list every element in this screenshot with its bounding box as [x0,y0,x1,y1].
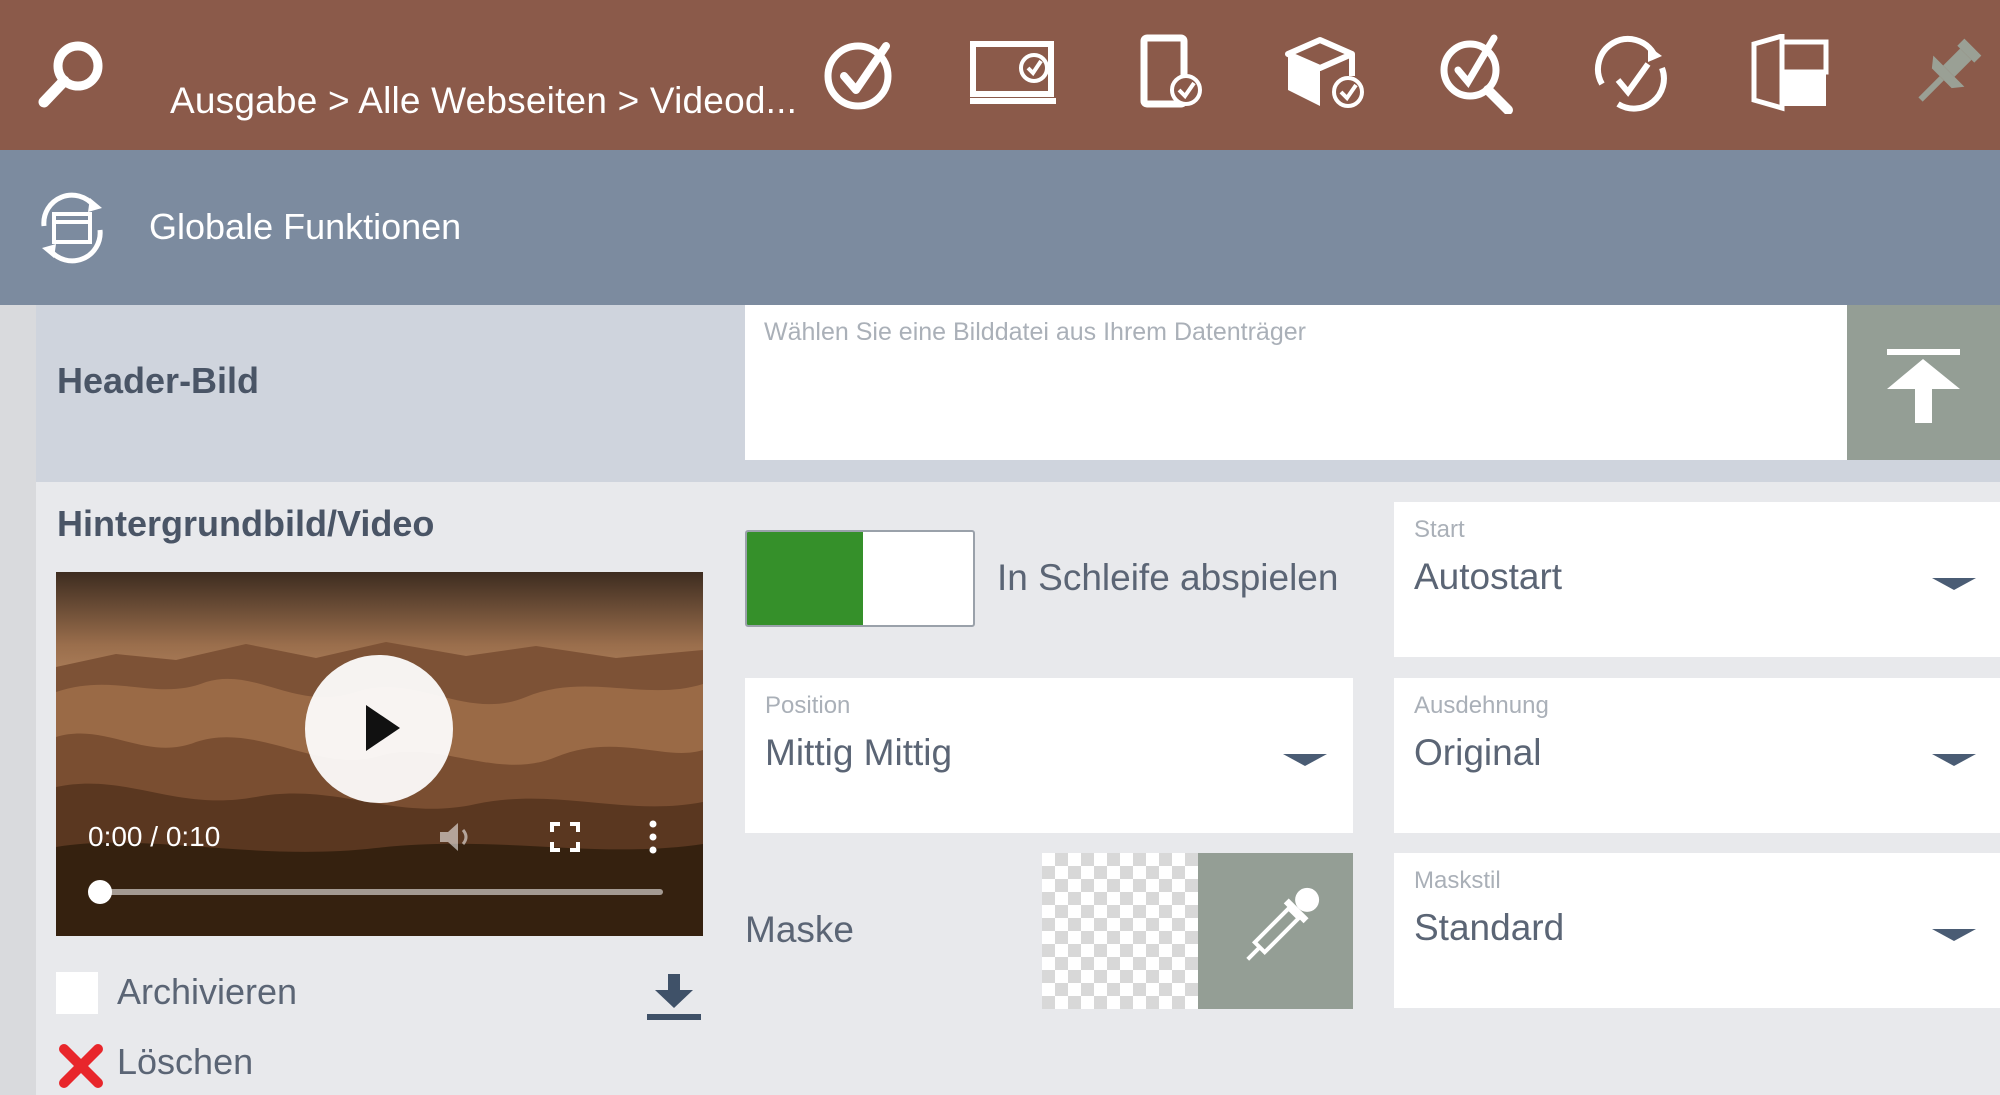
maskstil-select[interactable]: Maskstil Standard [1394,853,2000,1008]
file-input-placeholder: Wählen Sie eine Bilddatei aus Ihrem Date… [764,318,1306,346]
box-check-icon[interactable] [1278,34,1370,114]
chevron-down-icon [1932,929,1976,941]
check-circle-icon[interactable] [814,34,906,114]
toggle-on-indicator [747,532,863,625]
mask-label: Maske [745,909,854,950]
play-icon [366,705,400,751]
background-section-label: Hintergrundbild/Video [57,503,435,544]
start-select[interactable]: Start Autostart [1394,502,2000,657]
video-progress-knob[interactable] [88,880,112,904]
mask-color-preview[interactable] [1042,853,1198,1009]
maskstil-select-value: Standard [1414,907,1565,948]
delete-label[interactable]: Löschen [117,1041,253,1083]
start-select-label: Start [1414,516,1465,543]
eyedropper-icon [1246,887,1320,961]
ausdehnung-select-value: Original [1414,732,1542,773]
position-select-label: Position [765,692,851,719]
upload-button[interactable] [1847,305,2000,460]
chevron-down-icon [1932,578,1976,590]
volume-icon[interactable] [438,820,474,854]
header-image-label: Header-Bild [57,360,260,401]
maskstil-select-label: Maskstil [1414,867,1501,894]
video-time: 0:00 / 0:10 [88,821,221,852]
monitor-check-icon[interactable] [968,34,1060,114]
loop-toggle[interactable] [745,530,975,627]
ausdehnung-select-label: Ausdehnung [1414,692,1549,719]
delete-icon[interactable] [58,1043,104,1089]
global-functions-title[interactable]: Globale Funktionen [149,206,461,248]
archive-checkbox[interactable] [56,972,98,1014]
color-picker-button[interactable] [1198,853,1353,1009]
video-progress-track[interactable] [100,889,663,895]
loop-toggle-label: In Schleife abspielen [997,557,1339,598]
left-gutter [0,305,36,1095]
pin-icon[interactable] [1900,34,1992,114]
download-icon[interactable] [647,974,701,1022]
chevron-down-icon [1283,754,1327,766]
breadcrumb[interactable]: Ausgabe > Alle Webseiten > Videod... [170,80,797,122]
play-button[interactable] [305,655,453,803]
top-toolbar: Ausgabe > Alle Webseiten > Videod... [0,0,2000,150]
archive-label[interactable]: Archivieren [117,971,297,1013]
fullscreen-icon[interactable] [550,822,580,852]
refresh-window-icon [41,192,103,264]
upload-icon [1887,349,1960,423]
position-select-value: Mittig Mittig [765,732,953,773]
ausdehnung-select[interactable]: Ausdehnung Original [1394,678,2000,833]
magnify-check-icon[interactable] [1432,34,1524,114]
start-select-value: Autostart [1414,556,1563,597]
search-icon[interactable] [34,36,110,112]
chevron-down-icon [1932,754,1976,766]
video-player[interactable]: 0:00 / 0:10 [56,572,703,936]
position-select[interactable]: Position Mittig Mittig [745,678,1353,833]
tablet-check-icon[interactable] [1124,34,1216,114]
more-options-icon[interactable] [648,820,658,854]
sync-check-icon[interactable] [1588,34,1680,114]
cabinet-icon[interactable] [1748,34,1840,114]
